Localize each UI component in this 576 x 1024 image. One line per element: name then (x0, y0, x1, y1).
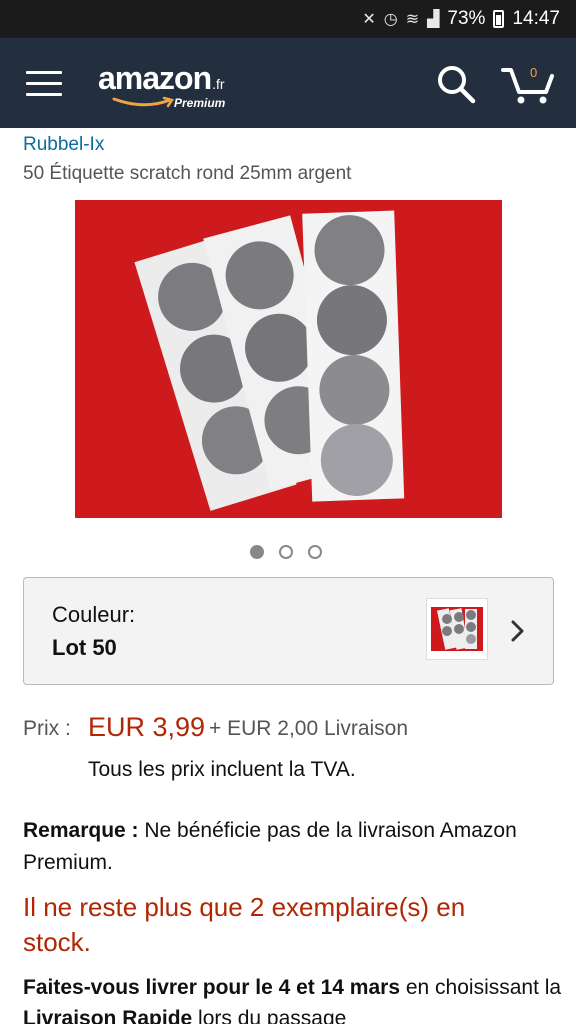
status-bar: ✕ ◷ ≋ ▟ 73% 14:47 (0, 0, 576, 38)
variant-thumbnail (426, 598, 488, 660)
search-icon[interactable] (436, 64, 476, 104)
price-label: Prix : (23, 717, 71, 740)
app-header: amazon.fr Premium 0 (0, 38, 576, 128)
variant-value: Lot 50 (52, 635, 117, 660)
wifi-icon: ≋ (405, 11, 420, 28)
battery-icon (493, 10, 505, 28)
mute-icon: ✕ (362, 11, 376, 28)
delivery-suffix: lors du passage (192, 1007, 347, 1024)
alarm-icon: ◷ (383, 11, 398, 28)
shipping-cost: + EUR 2,00 Livraison (209, 717, 409, 740)
delivery-middle: en choisissant la (400, 976, 562, 999)
stock-status: Il ne reste plus que 2 exemplaire(s) en … (23, 892, 466, 957)
signal-icon: ▟ (427, 11, 440, 28)
battery-percent: 73% (447, 8, 486, 29)
cart-count: 0 (530, 65, 538, 80)
price-value: EUR 3,99 (88, 712, 206, 742)
delivery-dates: 4 et 14 mars (278, 976, 401, 999)
amazon-logo[interactable]: amazon.fr Premium (98, 60, 225, 110)
logo-tld: .fr (212, 76, 225, 92)
delivery-info: Faites-vous livrer pour le 4 et 14 mars … (23, 972, 563, 1024)
variant-label: Couleur: (52, 602, 136, 627)
carousel-dot[interactable] (308, 545, 322, 559)
scratch-labels-illustration (134, 210, 405, 511)
chevron-right-icon (511, 620, 524, 642)
delivery-method: Livraison Rapide (23, 1007, 193, 1024)
logo-premium: Premium (174, 96, 226, 110)
carousel-dot[interactable] (279, 545, 293, 559)
cart-button[interactable]: 0 (500, 62, 556, 106)
product-title: 50 Étiquette scratch rond 25mm argent (23, 163, 352, 184)
menu-icon[interactable] (26, 71, 62, 97)
brand-link[interactable]: Rubbel-Ix (23, 134, 104, 156)
image-carousel-dots (250, 545, 322, 559)
color-variant-selector[interactable]: Couleur: Lot 50 (23, 577, 554, 685)
product-image[interactable] (75, 200, 502, 518)
premium-remark: Remarque : Ne bénéficie pas de la livrai… (23, 815, 543, 879)
clock: 14:47 (512, 8, 560, 29)
delivery-prefix: Faites-vous livrer pour le (23, 976, 279, 999)
logo-text: amazon (98, 60, 212, 96)
remark-label: Remarque : (23, 819, 139, 842)
logo-smile-icon (112, 96, 175, 108)
carousel-dot[interactable] (250, 545, 264, 559)
cart-icon (501, 68, 554, 104)
vat-note: Tous les prix incluent la TVA. (88, 758, 356, 781)
